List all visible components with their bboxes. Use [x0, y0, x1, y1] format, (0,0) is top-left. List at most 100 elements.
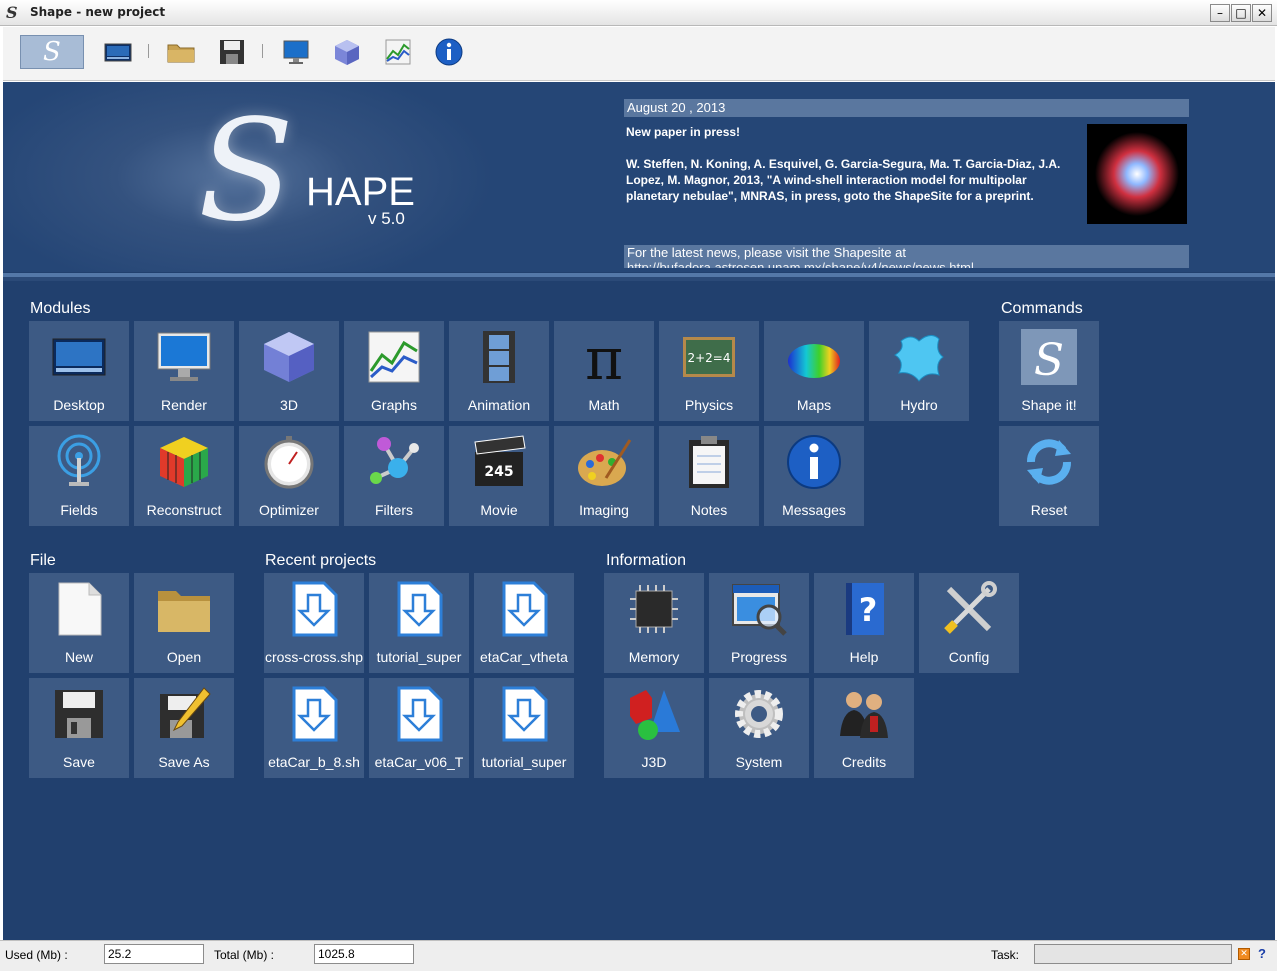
shape-app-icon: S [6, 3, 18, 22]
file-open[interactable]: Open [134, 573, 234, 673]
help-icon[interactable]: ? [1258, 946, 1266, 961]
recent-project-2-label: tutorial_super [376, 649, 462, 665]
info-config-label: Config [948, 649, 990, 665]
info-system-label: System [735, 754, 783, 770]
module-optimizer[interactable]: Optimizer [239, 426, 339, 526]
graph-icon [385, 39, 411, 65]
file-save-as-label: Save As [158, 754, 210, 770]
info-system[interactable]: System [709, 678, 809, 778]
recent-project-1[interactable]: cross-cross.shp [264, 573, 364, 673]
file-new[interactable]: New [29, 573, 129, 673]
toolbar-save-button[interactable] [214, 35, 250, 69]
recent-project-5[interactable]: etaCar_v06_T [369, 678, 469, 778]
module-3d[interactable]: 3D [239, 321, 339, 421]
module-animation[interactable]: Animation [449, 321, 549, 421]
news-body: New paper in press! W. Steffen, N. Konin… [626, 124, 1076, 204]
people-icon [840, 692, 888, 738]
download-file-icon [292, 581, 338, 637]
info-config[interactable]: Config [919, 573, 1019, 673]
toolbar-separator [148, 44, 149, 58]
module-messages[interactable]: Messages [764, 426, 864, 526]
recent-project-6[interactable]: tutorial_super [474, 678, 574, 778]
svg-text:π: π [585, 329, 623, 385]
minimize-button[interactable]: – [1210, 4, 1230, 22]
recent-project-2[interactable]: tutorial_super [369, 573, 469, 673]
save-disk-icon [220, 40, 244, 64]
stopwatch-icon [264, 436, 314, 489]
toolbar-3d-button[interactable] [329, 35, 365, 69]
info-help-label: Help [849, 649, 879, 665]
module-optimizer-label: Optimizer [259, 502, 319, 518]
clipboard-icon [689, 436, 729, 488]
chalkboard-icon: 2+2=4 [683, 337, 735, 377]
toolbar-open-button[interactable] [163, 35, 199, 69]
module-reconstruct[interactable]: Reconstruct [134, 426, 234, 526]
maximize-button[interactable]: □ [1231, 4, 1251, 22]
info-help[interactable]: ? Help [814, 573, 914, 673]
module-fields-label: Fields [60, 502, 98, 518]
svg-text:S: S [1034, 335, 1064, 385]
info-progress-label: Progress [730, 649, 788, 665]
module-movie[interactable]: 245 Movie [449, 426, 549, 526]
window-title-bar: S Shape - new project – □ ✕ [0, 0, 1277, 26]
module-notes[interactable]: Notes [659, 426, 759, 526]
window-title: Shape - new project [30, 5, 166, 19]
module-imaging[interactable]: Imaging [554, 426, 654, 526]
info-j3d[interactable]: J3D [604, 678, 704, 778]
file-title: File [30, 552, 56, 569]
save-as-pencil-icon [160, 687, 211, 738]
used-memory-label: Used (Mb) : [5, 948, 68, 962]
file-save-as[interactable]: Save As [134, 678, 234, 778]
command-reset-label: Reset [1030, 502, 1068, 518]
module-3d-label: 3D [280, 397, 298, 413]
cancel-task-icon[interactable]: ✕ [1238, 948, 1250, 960]
info-icon [435, 38, 463, 66]
command-reset[interactable]: Reset [999, 426, 1099, 526]
news-footer-link[interactable]: http://bufadora.astrosen.unam.mx/shape/v… [627, 260, 1189, 268]
commands-title: Commands [1001, 300, 1083, 317]
tools-icon [944, 581, 997, 634]
close-button[interactable]: ✕ [1252, 4, 1272, 22]
news-footer-text: For the latest news, please visit the Sh… [627, 245, 906, 260]
module-render[interactable]: Render [134, 321, 234, 421]
desktop-icon [104, 43, 132, 62]
shape-logo-icon: S [1021, 329, 1077, 385]
recent-project-6-label: tutorial_super [481, 754, 567, 770]
module-filters[interactable]: Filters [344, 426, 444, 526]
file-save[interactable]: Save [29, 678, 129, 778]
module-math[interactable]: π Math [554, 321, 654, 421]
module-physics[interactable]: 2+2=4 Physics [659, 321, 759, 421]
info-credits[interactable]: Credits [814, 678, 914, 778]
folder-icon [158, 591, 210, 632]
recent-project-4[interactable]: etaCar_b_8.sh [264, 678, 364, 778]
module-maps[interactable]: Maps [764, 321, 864, 421]
cube-icon [264, 332, 314, 382]
module-reconstruct-label: Reconstruct [146, 502, 222, 518]
info-memory[interactable]: Memory [604, 573, 704, 673]
news-footer: For the latest news, please visit the Sh… [624, 245, 1189, 268]
module-maps-label: Maps [796, 397, 832, 413]
nebula-icon [1095, 132, 1179, 216]
toolbar-shape-button[interactable]: S [20, 35, 84, 69]
module-desktop[interactable]: Desktop [29, 321, 129, 421]
module-messages-label: Messages [782, 502, 846, 518]
blank-page-icon [58, 582, 102, 636]
toolbar-desktop-button[interactable] [100, 35, 136, 69]
recent-projects-title: Recent projects [265, 552, 377, 569]
module-graphs-label: Graphs [371, 397, 417, 413]
module-imaging-label: Imaging [579, 502, 629, 518]
used-memory-field: 25.2 [104, 944, 204, 964]
module-hydro[interactable]: Hydro [869, 321, 969, 421]
toolbar-graphs-button[interactable] [380, 35, 416, 69]
rainbow-blob-icon [788, 344, 840, 378]
toolbar-render-button[interactable] [278, 35, 314, 69]
info-progress[interactable]: Progress [709, 573, 809, 673]
recent-project-3[interactable]: etaCar_vtheta [474, 573, 574, 673]
module-fields[interactable]: Fields [29, 426, 129, 526]
refresh-icon [1027, 439, 1071, 485]
info-credits-label: Credits [841, 754, 887, 770]
module-graphs[interactable]: Graphs [344, 321, 444, 421]
command-shape-it[interactable]: S Shape it! [999, 321, 1099, 421]
paint-palette-icon [578, 439, 632, 486]
toolbar-info-button[interactable] [431, 35, 467, 69]
